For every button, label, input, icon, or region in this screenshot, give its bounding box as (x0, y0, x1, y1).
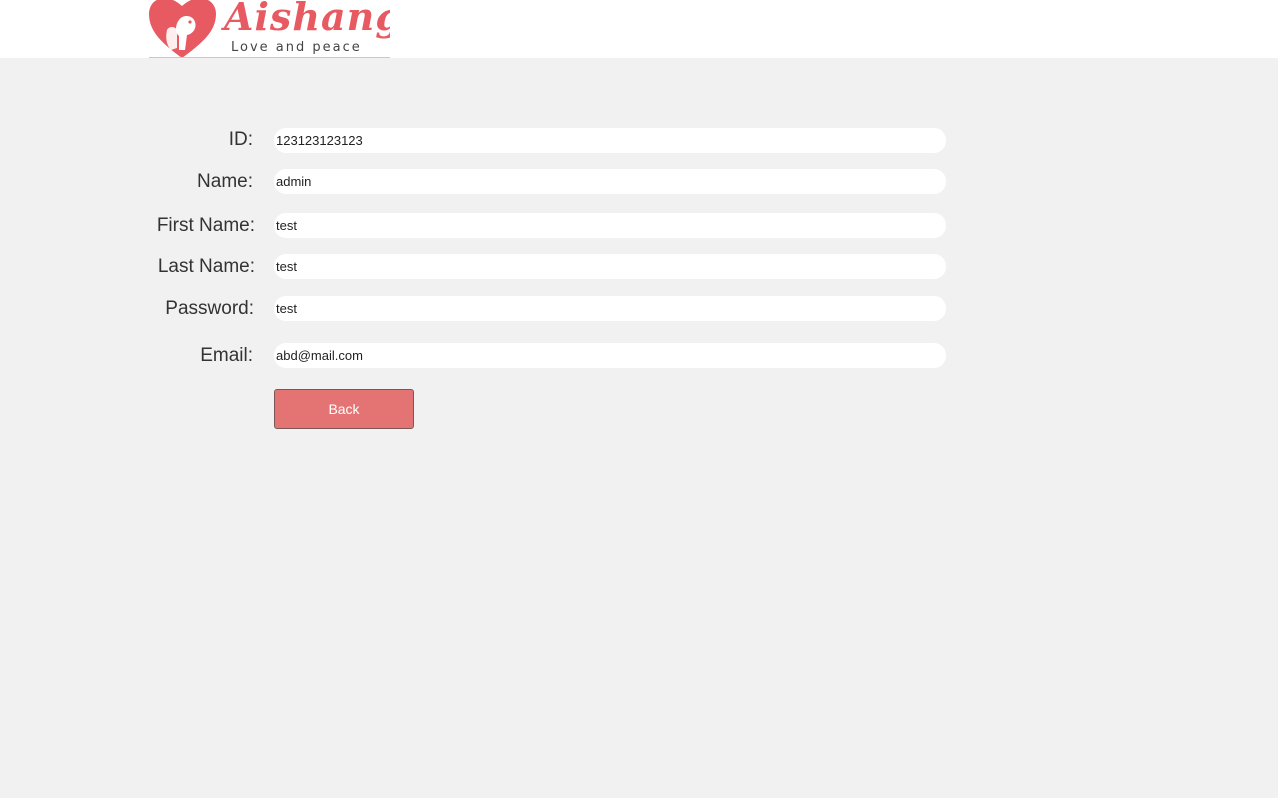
id-field[interactable] (274, 128, 946, 153)
brand-logo[interactable]: Aishang Love and peace (149, 0, 390, 58)
back-button[interactable]: Back (274, 389, 414, 429)
password-row: Password: (0, 296, 1278, 322)
last-name-label: Last Name: (157, 256, 255, 277)
name-label: Name: (197, 171, 253, 192)
password-label: Password: (165, 298, 254, 319)
first-name-label: First Name: (156, 215, 255, 236)
heart-with-dog-and-cat-icon (149, 0, 216, 57)
brand-tagline: Love and peace (231, 40, 362, 55)
first-name-field[interactable] (274, 213, 946, 238)
name-row: Name: (0, 169, 1278, 195)
first-name-row: First Name: (0, 213, 1278, 239)
id-label: ID: (228, 129, 253, 150)
email-field[interactable] (274, 343, 946, 368)
last-name-row: Last Name: (0, 254, 1278, 280)
brand-name: Aishang (224, 0, 390, 39)
password-field[interactable] (274, 296, 946, 321)
name-field[interactable] (274, 169, 946, 194)
email-label: Email: (200, 345, 253, 366)
header-bar: Aishang Love and peace (0, 0, 1278, 58)
last-name-field[interactable] (274, 254, 946, 279)
id-row: ID: (0, 128, 1278, 154)
email-row: Email: (0, 343, 1278, 369)
